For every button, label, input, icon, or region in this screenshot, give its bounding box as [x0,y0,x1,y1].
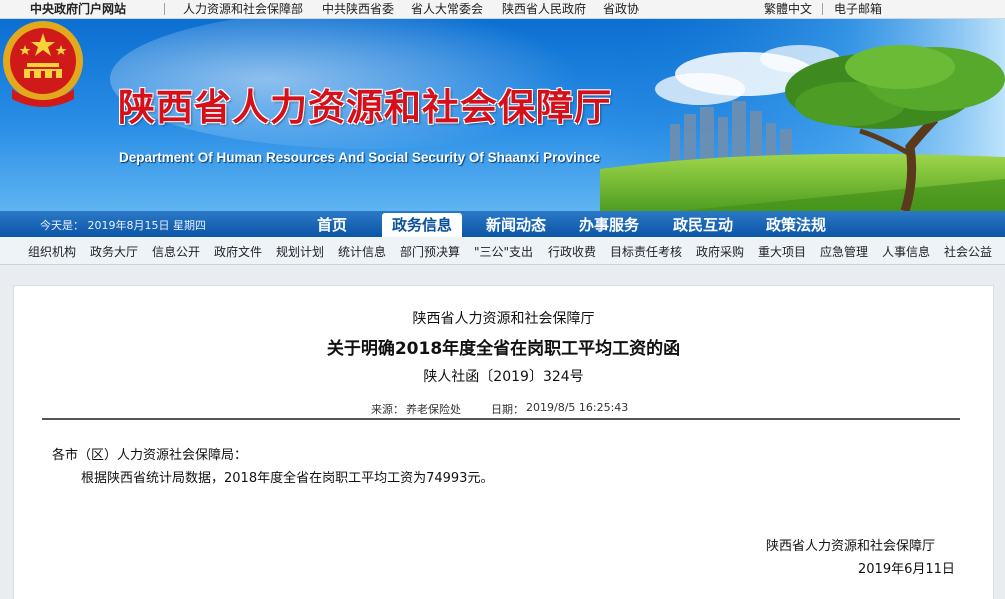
link-provincial-congress[interactable]: 省人大常委会 [411,1,483,17]
today-date: 今天是： 2019年8月15日 星期四 [40,219,206,232]
source-label: 来源： [371,403,404,416]
site-title-cn: 陕西省人力资源和社会保障厅 [118,86,612,129]
salutation: 各市（区）人力资源社会保障局： [52,448,248,463]
header-banner: 陕西省人力资源和社会保障厅 Department Of Human Resour… [0,19,1005,211]
nav-news[interactable]: 新闻动态 [476,213,556,237]
divider [42,418,960,420]
subnav-item[interactable]: 政府采购 [696,243,744,260]
nav-government-info[interactable]: 政务信息 [382,213,462,237]
separator [822,3,823,15]
subnav-item[interactable]: 目标责任考核 [610,243,682,260]
subnav-item[interactable]: 统计信息 [338,243,386,260]
subnav-item[interactable]: "三公"支出 [474,243,533,260]
link-traditional-chinese[interactable]: 繁體中文 [764,1,812,17]
link-email[interactable]: 电子邮箱 [834,1,882,17]
nav-services[interactable]: 办事服务 [569,213,649,237]
date-label: 日期： [491,403,524,416]
issuing-organization: 陕西省人力资源和社会保障厅 [412,311,595,327]
subnav-item[interactable]: 重大项目 [758,243,806,260]
subnav-item[interactable]: 社会公益 [944,243,992,260]
subnav-item[interactable]: 政府文件 [214,243,262,260]
link-provincial-party-committee[interactable]: 中共陕西省委 [322,1,394,17]
subnav-item[interactable]: 组织机构 [28,243,76,260]
subnav-item[interactable]: 应急管理 [820,243,868,260]
subnav-item[interactable]: 信息公开 [152,243,200,260]
main-nav: 今天是： 2019年8月15日 星期四 首页 政务信息 新闻动态 办事服务 政民… [0,211,1005,237]
sub-nav: 组织机构 政务大厅 信息公开 政府文件 规划计划 统计信息 部门预决算 "三公"… [0,237,1005,265]
nav-interaction[interactable]: 政民互动 [663,213,743,237]
link-mohrss[interactable]: 人力资源和社会保障部 [183,1,303,17]
signature: 陕西省人力资源和社会保障厅 [766,539,936,554]
link-provincial-government[interactable]: 陕西省人民政府 [502,1,586,17]
link-cppcc[interactable]: 省政协 [603,1,639,17]
document-number: 陕人社函〔2019〕324号 [423,369,584,385]
document-panel: 陕西省人力资源和社会保障厅 关于明确2018年度全省在岗职工平均工资的函 陕人社… [13,285,994,599]
subnav-item[interactable]: 人事信息 [882,243,930,260]
site-title-en: Department Of Human Resources And Social… [119,150,601,165]
nav-home[interactable]: 首页 [292,213,372,237]
separator [164,3,165,15]
sign-date: 2019年6月11日 [858,562,955,577]
document-title: 关于明确2018年度全省在岗职工平均工资的函 [326,339,681,359]
link-central-government-portal[interactable]: 中央政府门户网站 [30,1,126,17]
nav-policies[interactable]: 政策法规 [756,213,836,237]
top-link-bar: 中央政府门户网站 人力资源和社会保障部 中共陕西省委 省人大常委会 陕西省人民政… [0,0,1005,19]
body-paragraph: 根据陕西省统计局数据，2018年度全省在岗职工平均工资为74993元。 [81,471,494,486]
subnav-item[interactable]: 部门预决算 [400,243,460,260]
subnav-item[interactable]: 行政收费 [548,243,596,260]
subnav-item[interactable]: 规划计划 [276,243,324,260]
source-value: 养老保险处 [406,403,461,416]
subnav-item[interactable]: 政务大厅 [90,243,138,260]
date-value: 2019/8/5 16:25:43 [526,401,629,414]
national-emblem-icon [3,21,83,107]
